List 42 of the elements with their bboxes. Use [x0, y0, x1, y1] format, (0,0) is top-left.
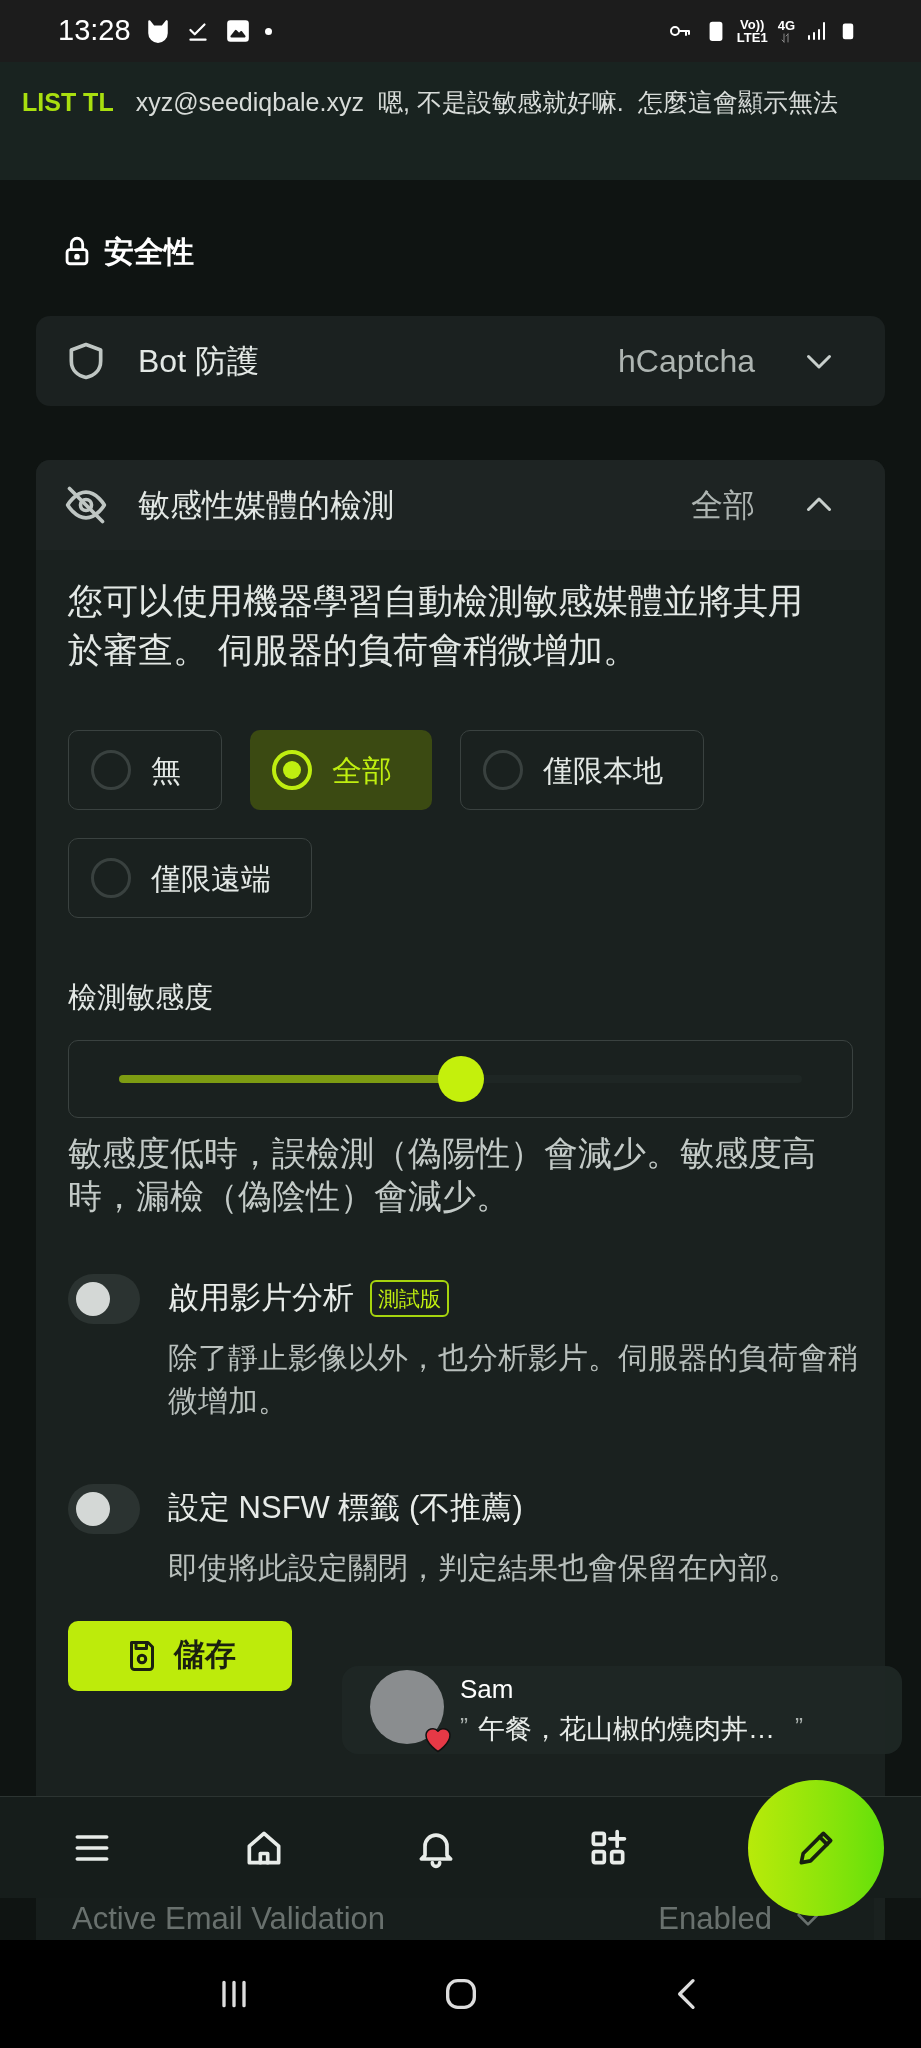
radio-option[interactable]: 無 [68, 730, 222, 810]
radio-unchecked-icon [483, 750, 523, 790]
beta-tag: 測試版 [370, 1279, 449, 1318]
radio-option[interactable]: 僅限遠端 [68, 838, 312, 918]
ticker-message: 嗯, 不是設敏感就好嘛. 怎麼這會顯示無法 [377, 87, 838, 118]
setting-value: 全部 [691, 486, 755, 525]
toggle-switch[interactable] [68, 1483, 140, 1534]
ticker-account: xyz@seediqbale.xyz [135, 87, 364, 118]
setting-value: hCaptcha [618, 342, 755, 381]
ticker-label: LIST TL [22, 87, 114, 118]
slider-label: 檢測敏感度 [68, 980, 214, 1015]
image-icon [224, 18, 251, 44]
toggle-switch[interactable] [68, 1273, 140, 1324]
setting-value: Enabled [658, 1899, 772, 1938]
section-title: 安全性 [104, 233, 194, 270]
sender-name: Sam [460, 1673, 515, 1707]
notification-text: 午餐，花山椒的燒肉丼… [478, 1713, 775, 1747]
radio-option[interactable]: 全部 [250, 730, 432, 810]
settings-row-header[interactable]: 敏感性媒體的檢測 全部 [36, 460, 885, 550]
settings-row-header[interactable]: Bot 防護 hCaptcha [36, 316, 885, 406]
radio-unchecked-icon [91, 750, 131, 790]
toggle-description: 除了靜止影像以外，也分析影片。伺服器的負荷會稍微增加。 [168, 1339, 858, 1419]
clock: 13:28 [58, 13, 131, 49]
volte-label: Vo)) [740, 18, 765, 31]
radio-option[interactable]: 僅限本地 [460, 730, 704, 810]
notification-toast[interactable]: Sam ” 午餐，花山椒的燒肉丼… ” [342, 1666, 902, 1754]
description: 您可以使用機器學習自動檢測敏感媒體並將其用於審查。 伺服器的負荷會稍微增加。 [68, 580, 804, 671]
network-type-label: 4G [777, 18, 795, 32]
save-button[interactable]: 儲存 [68, 1620, 292, 1691]
setting-label: 敏感性媒體的檢測 [138, 486, 395, 525]
sensitivity-slider[interactable] [68, 1039, 853, 1118]
lte-label: LTE1 [736, 31, 768, 44]
radio-unchecked-icon [91, 858, 131, 898]
toggle-label: 啟用影片分析 [168, 1279, 354, 1318]
quote-mark: ” [460, 1712, 468, 1743]
setting-label: Active Email Validation [72, 1899, 386, 1938]
toggle-label: 設定 NSFW 標籤 (不推薦) [168, 1489, 523, 1528]
quote-mark: ” [795, 1712, 803, 1743]
radio-checked-icon [272, 750, 312, 790]
setting-label: Bot 防護 [138, 342, 260, 381]
slider-hint: 敏感度低時，誤檢測（偽陽性）會減少。敏感度高時，漏檢（偽陰性）會減少。 [68, 1132, 817, 1217]
toggle-description: 即使將此設定關閉，判定結果也會保留在內部。 [168, 1549, 799, 1586]
